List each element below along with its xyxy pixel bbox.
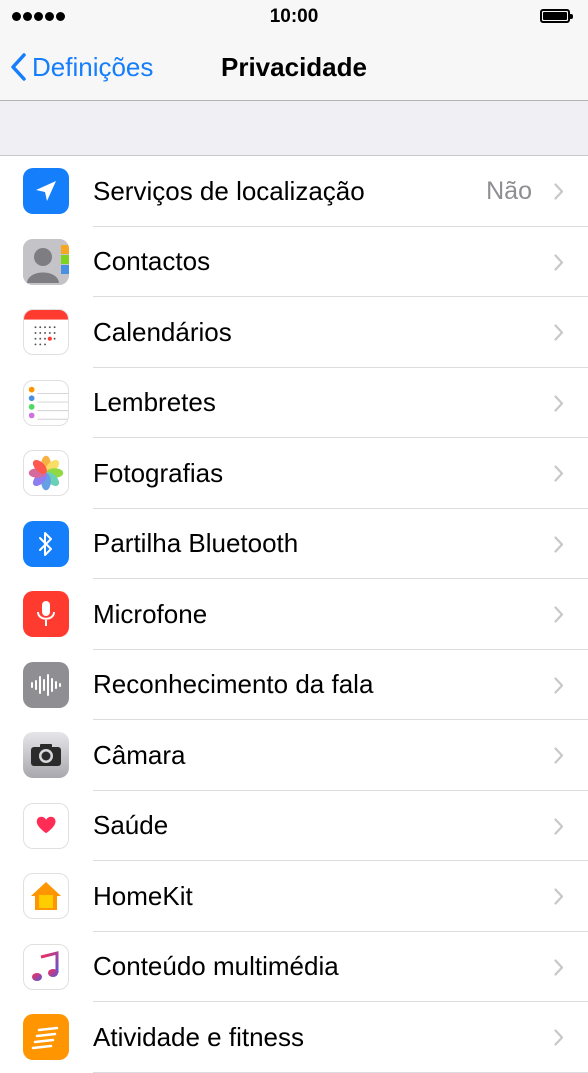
back-button[interactable]: Definições (10, 47, 153, 87)
list-item-camera[interactable]: Câmara (0, 720, 588, 791)
item-label: Conteúdo multimédia (93, 951, 339, 982)
health-heart-icon (23, 802, 69, 849)
list-item-reminders[interactable]: Lembretes (0, 368, 588, 439)
list-item-health[interactable]: Saúde (0, 791, 588, 862)
list-item-bluetooth-sharing[interactable]: Partilha Bluetooth (0, 509, 588, 580)
status-bar: 10:00 (0, 0, 588, 33)
chevron-right-icon (554, 183, 564, 200)
list-item-microphone[interactable]: Microfone (0, 579, 588, 650)
chevron-right-icon (554, 817, 564, 835)
item-label: Câmara (93, 739, 186, 770)
reminders-icon (23, 379, 69, 426)
bluetooth-icon (23, 520, 69, 567)
music-note-icon (23, 943, 69, 990)
item-label: Serviços de localização (93, 175, 365, 206)
chevron-right-icon (554, 747, 564, 764)
battery-icon (540, 9, 573, 23)
location-arrow-icon (23, 168, 69, 214)
item-label: Calendários (93, 316, 232, 347)
homekit-house-icon (23, 873, 69, 919)
calendar-icon (23, 309, 69, 355)
chevron-right-icon (554, 324, 564, 341)
status-time: 10:00 (269, 6, 319, 27)
photos-icon (23, 450, 69, 496)
navigation-bar: Definições Privacidade (0, 33, 588, 101)
fitness-icon (23, 1014, 69, 1060)
camera-icon (23, 732, 69, 778)
item-label: Fotografias (93, 457, 224, 488)
list-item-calendars[interactable]: Calendários (0, 297, 588, 368)
speech-waveform-icon (23, 661, 69, 708)
chevron-right-icon (554, 394, 564, 412)
item-label: Saúde (93, 810, 169, 841)
item-label: Microfone (93, 598, 208, 629)
item-label: HomeKit (93, 880, 193, 911)
chevron-right-icon (554, 958, 564, 976)
item-label: Partilha Bluetooth (93, 528, 299, 559)
back-button-label: Definições (32, 51, 154, 82)
item-label: Contactos (93, 246, 211, 277)
chevron-right-icon (554, 535, 564, 553)
privacy-settings-list: Serviços de localização Não Contactos Ca… (0, 155, 588, 1073)
list-item-contacts[interactable]: Contactos (0, 227, 588, 298)
microphone-icon (23, 591, 69, 637)
item-label: Reconhecimento da fala (93, 669, 374, 700)
list-item-fitness[interactable]: Atividade e fitness (0, 1002, 588, 1073)
contacts-icon (23, 238, 69, 285)
chevron-right-icon (554, 606, 564, 623)
item-value: Não (486, 176, 532, 205)
chevron-right-icon (554, 676, 564, 694)
chevron-right-icon (554, 253, 564, 271)
list-item-speech-recognition[interactable]: Reconhecimento da fala (0, 650, 588, 721)
item-label: Lembretes (93, 387, 216, 418)
list-item-media[interactable]: Conteúdo multimédia (0, 932, 588, 1003)
chevron-right-icon (554, 465, 564, 482)
list-item-location-services[interactable]: Serviços de localização Não (0, 156, 588, 227)
chevron-right-icon (554, 1029, 564, 1046)
list-item-photos[interactable]: Fotografias (0, 438, 588, 509)
chevron-left-icon (11, 53, 26, 81)
chevron-right-icon (554, 888, 564, 905)
item-label: Atividade e fitness (93, 1021, 305, 1052)
list-item-homekit[interactable]: HomeKit (0, 861, 588, 932)
